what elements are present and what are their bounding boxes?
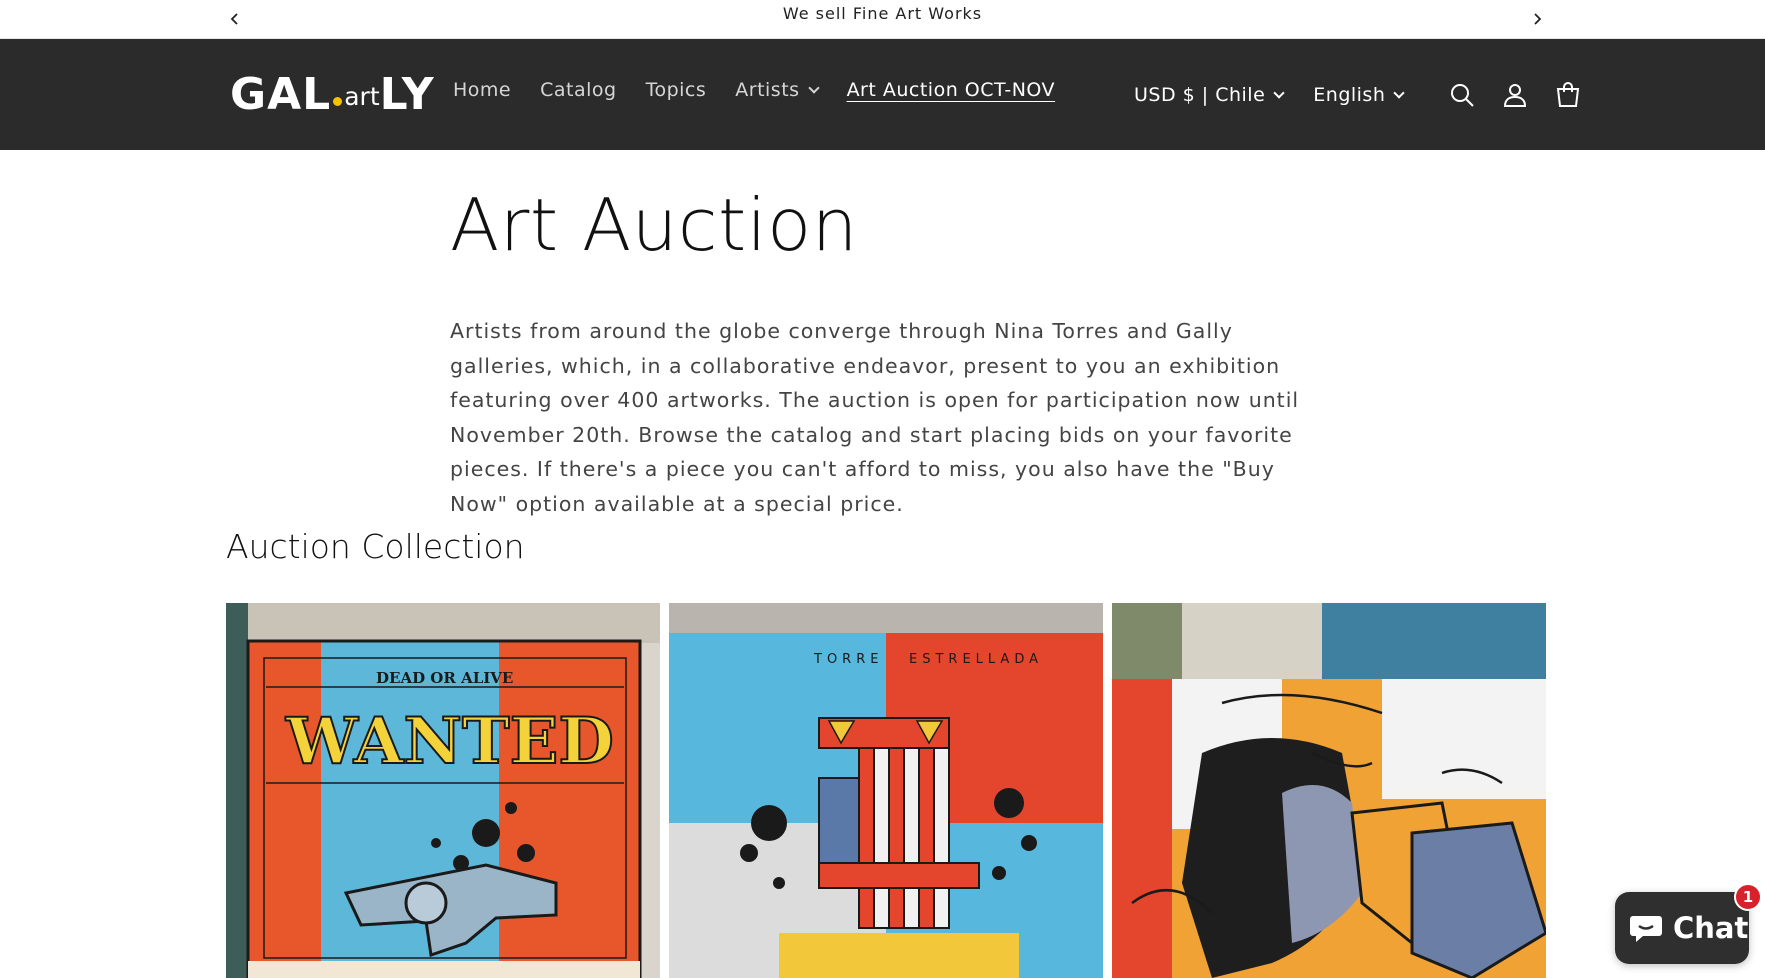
currency-selector[interactable]: USD $ | Chile: [1134, 84, 1285, 106]
artwork-image-torre-estrellada: TORRE ESTRELLADA: [669, 603, 1103, 978]
chat-label: Chat: [1673, 911, 1749, 945]
logo-text-art: art: [344, 81, 380, 111]
nav-art-auction[interactable]: Art Auction OCT-NOV: [847, 79, 1056, 101]
language-label: English: [1313, 84, 1386, 106]
chat-button[interactable]: Chat 1: [1615, 883, 1762, 964]
chevron-down-icon: [1393, 87, 1406, 99]
section-title: Auction Collection: [226, 527, 525, 566]
logo-text-tail: LY: [379, 68, 435, 120]
artwork-text-torre: TORRE: [813, 652, 883, 667]
chat-bubble-icon: [1630, 916, 1662, 942]
nav-topics[interactable]: Topics: [646, 79, 707, 101]
site-logo[interactable]: GAL art LY: [230, 67, 435, 121]
language-selector[interactable]: English: [1313, 84, 1406, 106]
account-icon: [1504, 84, 1527, 107]
nav-home[interactable]: Home: [453, 79, 511, 101]
artwork-card[interactable]: TORRE ESTRELLADA: [669, 603, 1103, 978]
artwork-text-wanted: WANTED: [285, 704, 614, 779]
nav-catalog[interactable]: Catalog: [540, 79, 616, 101]
intro-text: Artists from around the globe converge t…: [450, 319, 1300, 516]
site-header: GAL art LY Home Catalog Topics Artists A…: [0, 39, 1765, 150]
chevron-down-icon: [1273, 87, 1285, 99]
nav-artists-label: Artists: [735, 79, 800, 101]
chat-notification-badge: 1: [1734, 883, 1762, 911]
artwork-image-portrait: [1112, 603, 1546, 978]
artwork-text-dead-or-alive: DEAD OR ALIVE: [376, 669, 513, 687]
artwork-text-estrellada: ESTRELLADA: [909, 652, 1043, 667]
artwork-card[interactable]: DEAD OR ALIVE WANTED: [226, 603, 660, 978]
cart-button[interactable]: [1550, 77, 1586, 113]
logo-text-main: GAL: [230, 68, 332, 120]
main-nav: Home Catalog Topics Artists Art Auction …: [453, 79, 1084, 101]
account-button[interactable]: [1497, 77, 1533, 113]
nav-home-label: Home: [453, 79, 512, 101]
announcement-bar: We sell Fine Art Works: [0, 0, 1765, 39]
header-tools: USD $ | Chile English: [1134, 77, 1586, 113]
nav-artists[interactable]: Artists: [735, 79, 820, 101]
chevron-right-icon: [1534, 13, 1542, 25]
artwork-card[interactable]: [1112, 603, 1546, 978]
chevron-down-icon: [807, 82, 820, 94]
auction-collection-grid: DEAD OR ALIVE WANTED TORRE ESTRELLADA: [226, 603, 1546, 978]
announcement-next-button[interactable]: [1522, 4, 1552, 34]
search-icon: [1451, 84, 1475, 107]
search-button[interactable]: [1444, 77, 1480, 113]
announcement-message: We sell Fine Art Works: [782, 4, 983, 23]
currency-label: USD $ | Chile: [1134, 84, 1266, 106]
artwork-image-wanted: DEAD OR ALIVE WANTED: [226, 603, 660, 978]
nav-art-auction-label: Art Auction OCT-NOV: [846, 79, 1056, 101]
nav-catalog-label: Catalog: [540, 79, 617, 101]
nav-topics-label: Topics: [645, 79, 707, 101]
cart-icon: [1557, 82, 1580, 107]
page-title: Art Auction: [450, 183, 858, 267]
logo-dot: [333, 96, 343, 106]
